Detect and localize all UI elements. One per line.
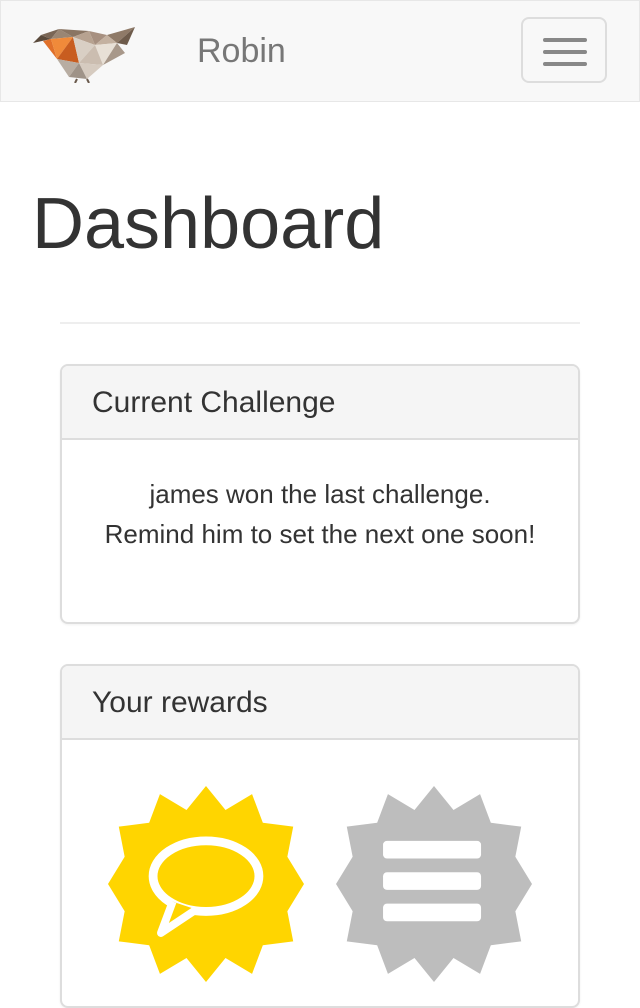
rewards-panel: Your rewards xyxy=(60,664,580,1008)
page-title: Dashboard xyxy=(32,184,385,264)
hamburger-menu-icon xyxy=(543,62,587,66)
brand-name[interactable]: Robin xyxy=(197,31,286,71)
robin-logo-icon[interactable] xyxy=(29,23,139,83)
hamburger-menu-icon xyxy=(543,50,587,54)
menu-toggle-button[interactable] xyxy=(521,17,607,83)
list-badge-icon[interactable] xyxy=(336,786,532,982)
current-challenge-heading: Current Challenge xyxy=(62,366,578,440)
speech-bubble-badge-icon[interactable] xyxy=(108,786,304,982)
current-challenge-message: james won the last challenge. Remind him… xyxy=(104,479,536,549)
current-challenge-panel: Current Challenge james won the last cha… xyxy=(60,364,580,624)
rewards-heading: Your rewards xyxy=(62,666,578,740)
divider xyxy=(60,322,580,324)
hamburger-menu-icon xyxy=(543,38,587,42)
navbar: Robin xyxy=(0,0,640,102)
